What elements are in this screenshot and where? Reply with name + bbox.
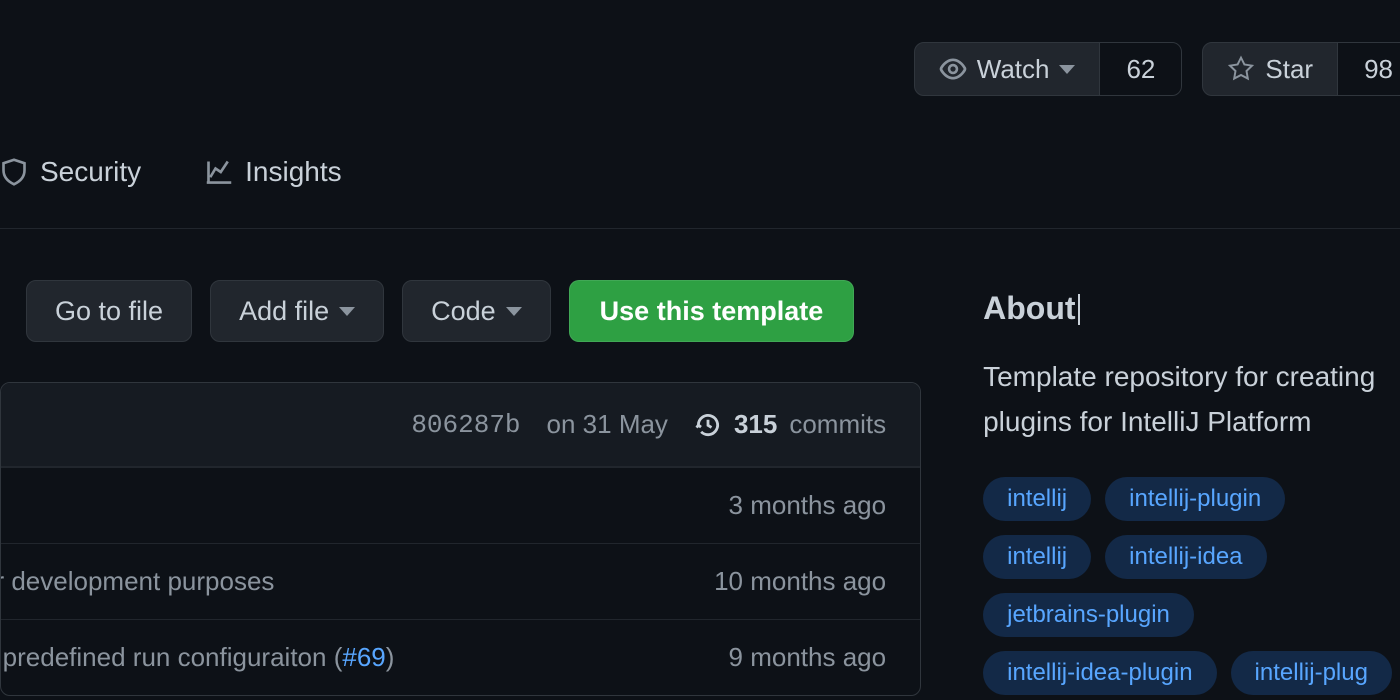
caret-down-icon	[506, 307, 522, 316]
caret-down-icon	[1059, 65, 1075, 74]
file-row[interactable]: e 3 months ago	[1, 467, 920, 543]
star-button[interactable]: Star	[1203, 43, 1337, 95]
star-button-group: Star 98	[1202, 42, 1400, 96]
nav-divider	[0, 228, 1400, 229]
add-file-label: Add file	[239, 296, 329, 327]
caret-down-icon	[339, 307, 355, 316]
topic-tag[interactable]: intellij	[983, 477, 1091, 521]
tab-insights-label: Insights	[245, 156, 342, 188]
file-time: 3 months ago	[713, 490, 887, 521]
about-heading: About	[983, 290, 1075, 327]
star-label: Star	[1265, 54, 1313, 85]
file-row[interactable]: or development purposes 10 months ago	[1, 543, 920, 619]
watch-count[interactable]: 62	[1099, 43, 1181, 95]
tab-security[interactable]: Security	[0, 156, 141, 188]
code-actions-row: Go to file Add file Code Use this templa…	[26, 280, 921, 342]
star-count[interactable]: 98	[1337, 43, 1400, 95]
topic-tag[interactable]: intellij	[983, 535, 1091, 579]
watch-label: Watch	[977, 54, 1050, 85]
file-row[interactable]: e predefined run configuraiton (#69) 9 m…	[1, 619, 920, 695]
topic-tag[interactable]: jetbrains-plugin	[983, 593, 1194, 637]
repo-actions: Watch 62 Star 98	[914, 42, 1400, 96]
history-icon	[694, 411, 722, 439]
file-commit-message: e predefined run configuraiton (#69)	[0, 642, 394, 673]
topic-tag[interactable]: intellij-plugin	[1105, 477, 1285, 521]
go-to-file-button[interactable]: Go to file	[26, 280, 192, 342]
commit-hash[interactable]: 806287b	[411, 410, 520, 440]
star-icon	[1227, 55, 1255, 83]
commit-date[interactable]: on 31 May	[547, 409, 668, 440]
code-button[interactable]: Code	[402, 280, 551, 342]
code-label: Code	[431, 296, 496, 327]
eye-icon	[939, 55, 967, 83]
file-time: 10 months ago	[698, 566, 886, 597]
commit-summary: 806287b on 31 May 315 commits	[1, 383, 920, 467]
topic-tag[interactable]: intellij-idea-plugin	[983, 651, 1216, 695]
repo-nav: Security Insights	[0, 156, 342, 206]
about-description: Template repository for creating plugins…	[983, 355, 1400, 445]
topic-tag[interactable]: intellij-plug	[1231, 651, 1392, 695]
commits-count: 315	[734, 409, 777, 440]
file-commit-message: or development purposes	[0, 566, 274, 597]
tab-security-label: Security	[40, 156, 141, 188]
file-listing: 806287b on 31 May 315 commits e 3 months…	[0, 382, 921, 696]
graph-icon	[205, 158, 233, 186]
issue-link[interactable]: #69	[342, 642, 385, 672]
topic-tag[interactable]: intellij-idea	[1105, 535, 1266, 579]
file-time: 9 months ago	[713, 642, 887, 673]
commits-link[interactable]: 315 commits	[694, 409, 886, 440]
watch-button[interactable]: Watch	[915, 43, 1100, 95]
commits-label: commits	[789, 409, 886, 440]
add-file-button[interactable]: Add file	[210, 280, 384, 342]
tab-insights[interactable]: Insights	[205, 156, 342, 188]
about-sidebar: About Template repository for creating p…	[983, 280, 1400, 696]
shield-icon	[0, 158, 28, 186]
watch-button-group: Watch 62	[914, 42, 1183, 96]
use-template-button[interactable]: Use this template	[569, 280, 855, 342]
topic-tags: intellij intellij-plugin intellij intell…	[983, 477, 1400, 695]
